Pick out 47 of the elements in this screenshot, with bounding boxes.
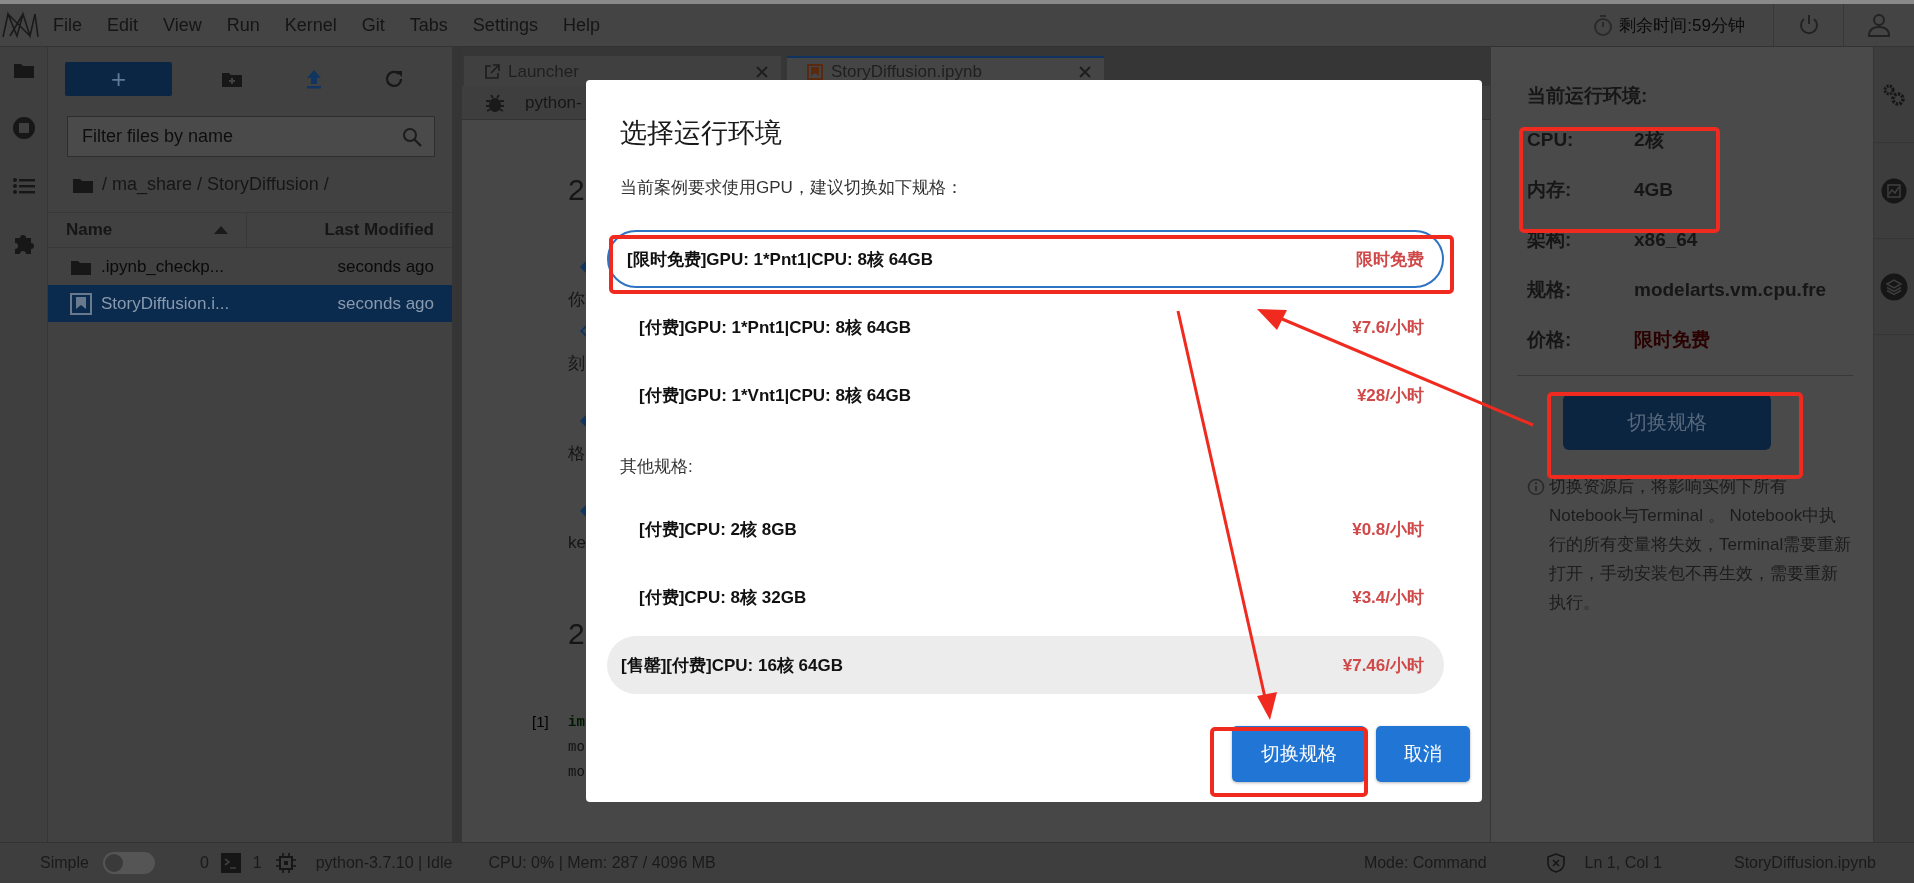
new-folder-icon[interactable] (221, 70, 243, 88)
cell-prompt: [1] (532, 713, 550, 730)
shield-icon[interactable] (1546, 853, 1565, 873)
power-icon[interactable] (1797, 14, 1820, 36)
search-field[interactable]: Filter files by name (67, 116, 435, 157)
dialog-title: 选择运行环境 (620, 116, 783, 150)
notebook-icon (807, 64, 823, 80)
gears-icon[interactable] (1882, 82, 1906, 107)
switch-button[interactable]: 切换规格 (1563, 394, 1771, 450)
spec-option[interactable]: [售罄][付费]CPU: 16核 64GB ¥7.46/小时 (607, 636, 1444, 694)
timer-text: 剩余时间:59分钟 (1619, 14, 1745, 37)
field-value: 限时免费 (1634, 328, 1710, 352)
folder-icon[interactable] (12, 61, 35, 79)
sort-caret-icon (214, 226, 228, 234)
chart-icon[interactable] (1881, 177, 1907, 204)
notebook-icon (70, 292, 92, 315)
user-icon[interactable] (1867, 13, 1891, 37)
info-icon (1527, 478, 1545, 496)
close-icon[interactable] (755, 65, 769, 79)
section-label: 其他规格: (620, 455, 694, 478)
chip-icon[interactable] (275, 853, 296, 873)
list-icon[interactable] (12, 177, 35, 195)
simple-toggle[interactable] (102, 852, 155, 874)
stopwatch-icon (1593, 14, 1614, 36)
switch-button[interactable]: 切换规格 (1232, 726, 1366, 782)
upload-icon[interactable] (305, 69, 323, 89)
external-link-icon (484, 64, 500, 80)
refresh-icon[interactable] (384, 69, 404, 89)
code-text: im (568, 713, 585, 730)
file-row[interactable]: .ipynb_checkp... seconds ago (48, 248, 452, 285)
spec-option[interactable]: [付费]CPU: 2核 8GB ¥0.8/小时 (607, 500, 1444, 558)
stop-icon[interactable] (11, 116, 36, 140)
cancel-button[interactable]: 取消 (1376, 726, 1470, 782)
logo-icon (0, 10, 40, 40)
panel-splitter[interactable] (452, 47, 462, 842)
spec-option[interactable]: [限时免费]GPU: 1*Pnt1|CPU: 8核 64GB 限时免费 (607, 230, 1444, 288)
close-icon[interactable] (1078, 65, 1092, 79)
terminal-icon[interactable] (220, 853, 241, 873)
dialog-subtitle: 当前案例要求使用GPU，建议切换如下规格： (620, 176, 964, 199)
search-icon (402, 127, 422, 147)
spec-option[interactable]: [付费]GPU: 1*Vnt1|CPU: 8核 64GB ¥28/小时 (607, 366, 1444, 424)
file-row[interactable]: StoryDiffusion.i... seconds ago (48, 285, 452, 322)
new-button[interactable]: + (65, 62, 172, 96)
bug-icon[interactable] (485, 92, 505, 113)
spec-option[interactable]: [付费]CPU: 8核 32GB ¥3.4/小时 (607, 568, 1444, 626)
spec-option[interactable]: [付费]GPU: 1*Pnt1|CPU: 8核 64GB ¥7.6/小时 (607, 298, 1444, 356)
layers-icon[interactable] (1880, 272, 1908, 301)
